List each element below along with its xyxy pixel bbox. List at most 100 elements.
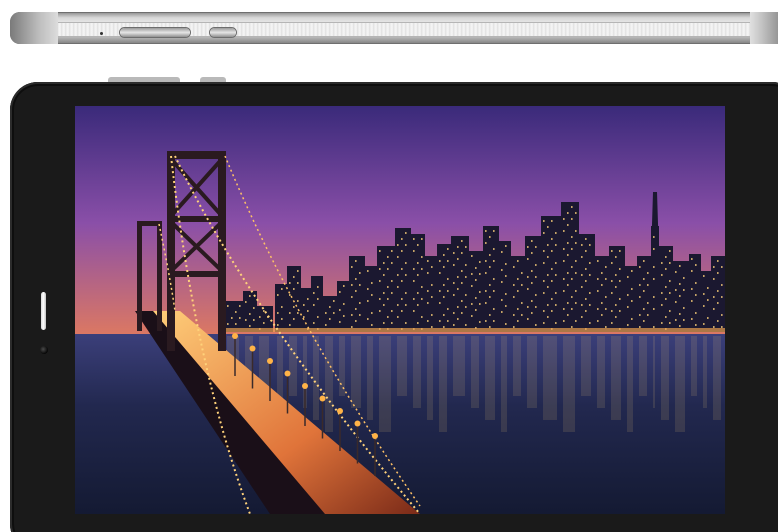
lamp-light	[267, 358, 273, 364]
power-button[interactable]	[210, 28, 236, 37]
window-light	[289, 282, 291, 284]
window-light	[601, 272, 603, 274]
window-light	[413, 310, 415, 312]
window-light	[581, 244, 583, 246]
window-light	[405, 304, 407, 306]
window-light	[343, 285, 345, 287]
window-light	[521, 272, 523, 274]
window-light	[367, 288, 369, 290]
window-light	[601, 302, 603, 304]
window-light	[661, 322, 663, 324]
window-light	[611, 310, 613, 312]
window-light	[567, 272, 569, 274]
window-light	[589, 244, 591, 246]
window-light	[277, 312, 279, 314]
window-light	[443, 254, 445, 256]
window-light	[721, 314, 723, 316]
window-light	[417, 262, 419, 264]
window-light	[597, 260, 599, 262]
window-light	[439, 260, 441, 262]
window-light	[379, 268, 381, 270]
window-light	[475, 297, 477, 299]
window-light	[461, 252, 463, 254]
window-light	[551, 250, 553, 252]
window-light	[547, 226, 549, 228]
window-light	[263, 322, 265, 324]
window-light	[575, 242, 577, 244]
window-light	[527, 318, 529, 320]
window-light	[567, 254, 569, 256]
window-light	[661, 262, 663, 264]
window-light	[501, 299, 503, 301]
window-light	[605, 278, 607, 280]
window-light	[611, 262, 613, 264]
window-light	[367, 270, 369, 272]
window-light	[619, 268, 621, 270]
window-light	[679, 313, 681, 315]
window-light	[575, 320, 577, 322]
window-light	[639, 284, 641, 286]
window-light	[239, 317, 241, 319]
window-light	[517, 320, 519, 322]
window-light	[717, 290, 719, 292]
window-light	[457, 258, 459, 260]
window-light	[575, 272, 577, 274]
window-light	[405, 232, 407, 234]
skyline-building	[701, 271, 711, 332]
window-light	[431, 266, 433, 268]
window-light	[355, 290, 357, 292]
window-light	[401, 268, 403, 270]
window-light	[589, 274, 591, 276]
window-light	[679, 265, 681, 267]
window-light	[317, 286, 319, 288]
window-light	[339, 291, 341, 293]
window-light	[313, 322, 315, 324]
volume-rocker-button[interactable]	[120, 28, 190, 37]
window-light	[339, 309, 341, 311]
window-light	[571, 278, 573, 280]
bridge-tower-far	[157, 221, 162, 331]
window-light	[421, 286, 423, 288]
window-light	[297, 270, 299, 272]
window-light	[543, 280, 545, 282]
light-reflection	[675, 336, 685, 432]
window-light	[631, 318, 633, 320]
window-light	[555, 322, 557, 324]
window-light	[465, 276, 467, 278]
window-light	[619, 250, 621, 252]
window-light	[421, 256, 423, 258]
window-light	[543, 322, 545, 324]
edge-cap-right	[750, 12, 778, 44]
bridge-tower	[167, 151, 175, 351]
window-light	[471, 255, 473, 257]
bridge-tower-crossbar	[167, 271, 226, 277]
window-light	[439, 320, 441, 322]
window-light	[669, 292, 671, 294]
window-light	[605, 326, 607, 328]
window-light	[555, 262, 557, 264]
window-light	[585, 238, 587, 240]
window-light	[397, 286, 399, 288]
window-light	[447, 260, 449, 262]
window-light	[601, 314, 603, 316]
window-light	[443, 266, 445, 268]
window-light	[589, 304, 591, 306]
window-light	[611, 280, 613, 282]
window-light	[505, 275, 507, 277]
light-reflection	[485, 336, 495, 420]
skyline-building	[483, 226, 499, 332]
window-light	[615, 286, 617, 288]
product-photo	[0, 0, 778, 532]
window-light	[535, 324, 537, 326]
window-light	[721, 296, 723, 298]
window-light	[371, 294, 373, 296]
window-light	[465, 324, 467, 326]
window-light	[413, 298, 415, 300]
window-light	[571, 296, 573, 298]
window-light	[465, 246, 467, 248]
window-light	[485, 260, 487, 262]
window-light	[479, 273, 481, 275]
window-light	[493, 260, 495, 262]
skyline-building	[377, 246, 395, 332]
window-light	[401, 298, 403, 300]
